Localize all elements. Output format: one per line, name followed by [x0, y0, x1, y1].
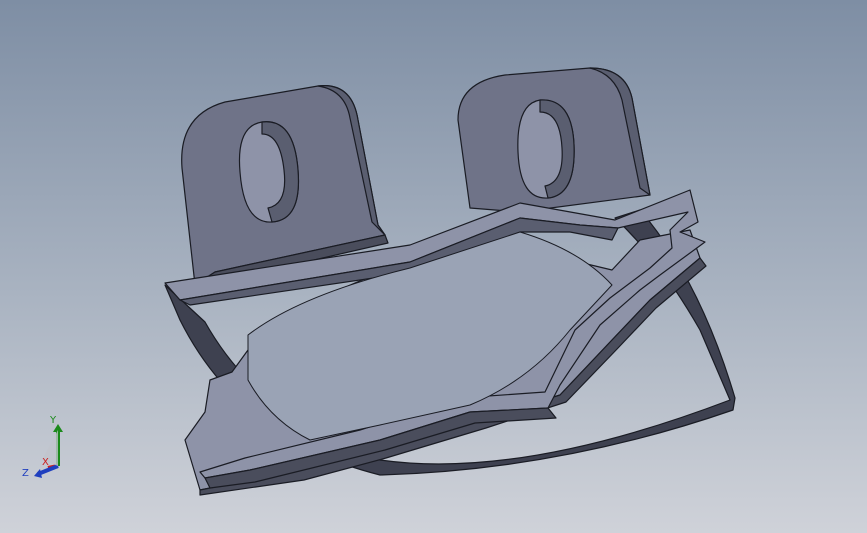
- graphics-viewport[interactable]: Y X Z: [0, 0, 867, 533]
- x-axis-label: X: [42, 457, 49, 468]
- z-axis-label: Z: [22, 468, 29, 479]
- bracket-3d-model[interactable]: [0, 0, 867, 533]
- y-axis-label: Y: [49, 415, 57, 426]
- axis-triad: Y X Z: [22, 415, 63, 479]
- right-mounting-tab[interactable]: [457, 67, 651, 213]
